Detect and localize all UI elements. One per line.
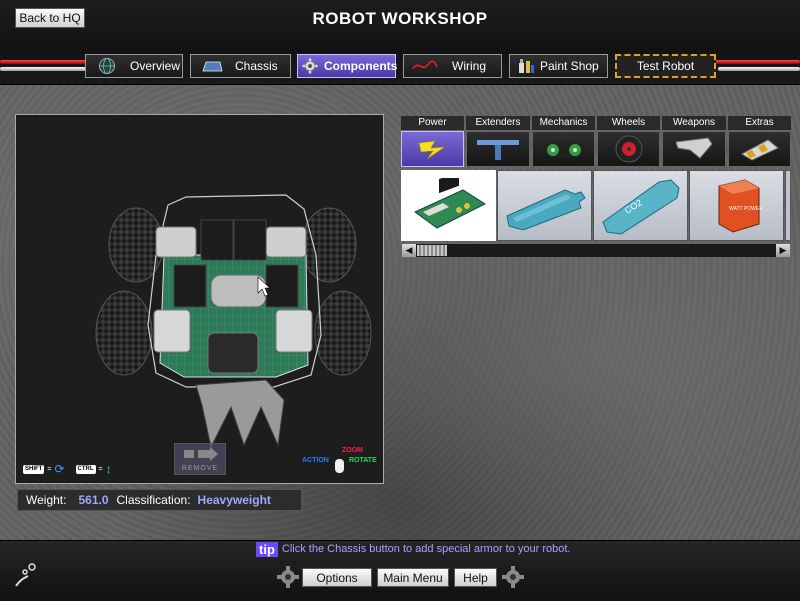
t-bar-icon bbox=[477, 140, 519, 160]
part-partial bbox=[785, 170, 791, 241]
rotate-label: ROTATE bbox=[349, 457, 377, 464]
test-robot-button[interactable]: Test Robot bbox=[615, 54, 716, 78]
gear-icon bbox=[502, 566, 524, 588]
options-button[interactable]: Options bbox=[302, 568, 372, 587]
tip-text: Click the Chassis button to add special … bbox=[281, 543, 571, 555]
lightning-icon bbox=[418, 140, 446, 160]
tab-label: Chassis bbox=[235, 59, 278, 73]
remove-arrow-icon bbox=[184, 447, 218, 461]
part-gas-tank[interactable] bbox=[497, 170, 592, 241]
robot-model[interactable] bbox=[16, 115, 383, 483]
category-label-extras: Extras bbox=[728, 116, 791, 130]
mouse-icon bbox=[335, 459, 344, 473]
part-co2-tank[interactable]: CO2 bbox=[593, 170, 688, 241]
white-cable bbox=[718, 67, 800, 71]
category-extenders-button[interactable] bbox=[466, 131, 530, 167]
main-menu-button[interactable]: Main Menu bbox=[377, 568, 449, 587]
ctrl-key: CTRL bbox=[75, 464, 96, 474]
paint-icon bbox=[516, 57, 536, 75]
tab-components[interactable]: Components bbox=[297, 54, 398, 78]
logo-icon bbox=[15, 563, 36, 587]
mouse-legend: ZOOM ACTION ROTATE bbox=[302, 447, 382, 477]
scroll-left-arrow-icon[interactable]: ◀ bbox=[402, 244, 416, 257]
tip-bar: tip Click the Chassis button to add spec… bbox=[256, 540, 570, 558]
red-cable bbox=[710, 60, 800, 64]
category-wheels-button[interactable] bbox=[597, 131, 660, 167]
remove-label: REMOVE bbox=[181, 465, 219, 472]
classification-value: Heavyweight bbox=[197, 493, 271, 507]
tab-label: Components bbox=[324, 59, 398, 73]
hazard-plate-icon bbox=[740, 139, 779, 161]
white-cable bbox=[0, 67, 88, 71]
action-label: ACTION bbox=[302, 457, 329, 464]
circuit-board-icon bbox=[413, 177, 486, 229]
remove-button[interactable]: REMOVE bbox=[174, 443, 226, 475]
co2-tank-icon: CO2 bbox=[601, 178, 680, 235]
category-extras-button[interactable] bbox=[728, 131, 791, 167]
battery-icon: WATT POWER bbox=[718, 178, 763, 233]
robot-viewport[interactable]: SHIFT = ⟳ CTRL = ↕ REMOVE ZOOM ACTION RO… bbox=[15, 114, 384, 484]
blade-icon bbox=[675, 137, 713, 159]
tab-label: Overview bbox=[130, 59, 181, 73]
globe-icon bbox=[94, 57, 120, 75]
page-title: ROBOT WORKSHOP bbox=[312, 9, 488, 28]
up-down-arrow-icon: ↕ bbox=[105, 462, 112, 476]
scroll-right-arrow-icon[interactable]: ▶ bbox=[776, 244, 790, 257]
tip-tag: tip bbox=[256, 541, 278, 557]
category-label-power: Power bbox=[401, 116, 464, 130]
tab-label: Paint Shop bbox=[540, 59, 599, 73]
tab-chassis[interactable]: Chassis bbox=[190, 54, 291, 78]
rotate-icon: ⟳ bbox=[54, 462, 65, 476]
wheel-icon bbox=[615, 135, 642, 163]
chain-drive-icon bbox=[545, 142, 582, 158]
category-power-button[interactable] bbox=[401, 131, 464, 167]
category-label-extenders: Extenders bbox=[466, 116, 530, 130]
red-cable bbox=[0, 60, 95, 64]
parts-scrollbar[interactable]: ◀ ▶ bbox=[401, 243, 791, 258]
zoom-label: ZOOM bbox=[342, 447, 363, 454]
part-battery[interactable]: WATT POWER bbox=[689, 170, 784, 241]
tab-wiring[interactable]: Wiring bbox=[403, 54, 502, 78]
classification-label: Classification: bbox=[116, 493, 191, 507]
weight-label: Weight: bbox=[26, 493, 67, 507]
gas-tank-icon bbox=[505, 188, 586, 230]
chassis-icon bbox=[199, 57, 225, 75]
gear-icon bbox=[302, 57, 318, 75]
category-label-weapons: Weapons bbox=[662, 116, 726, 130]
tab-label: Wiring bbox=[452, 59, 487, 73]
tab-paint-shop[interactable]: Paint Shop bbox=[509, 54, 608, 78]
svg-text:WATT POWER: WATT POWER bbox=[729, 206, 763, 212]
category-label-wheels: Wheels bbox=[597, 116, 660, 130]
weight-value: 561.0 bbox=[78, 493, 109, 507]
scroll-thumb[interactable] bbox=[417, 245, 447, 256]
help-button[interactable]: Help bbox=[454, 568, 497, 587]
gear-icon bbox=[277, 566, 299, 588]
shift-key: SHIFT bbox=[23, 464, 45, 474]
category-label-mechanics: Mechanics bbox=[532, 116, 595, 130]
camera-shortcuts: SHIFT = ⟳ CTRL = ↕ bbox=[23, 462, 112, 476]
part-circuit-board[interactable] bbox=[401, 170, 496, 241]
robot-stats-bar: Weight: 561.0 Classification: Heavyweigh… bbox=[17, 489, 302, 511]
wire-icon bbox=[412, 57, 438, 75]
category-mechanics-button[interactable] bbox=[532, 131, 595, 167]
tab-overview[interactable]: Overview bbox=[85, 54, 183, 78]
tab-label: Test Robot bbox=[636, 59, 695, 73]
category-weapons-button[interactable] bbox=[662, 131, 726, 167]
